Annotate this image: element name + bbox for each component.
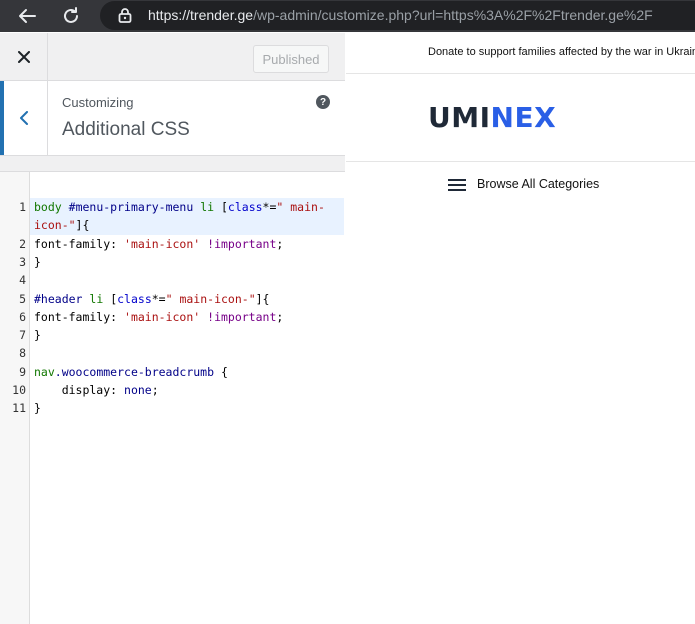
code-line[interactable]: body #menu-primary-menu li [class*=" mai… <box>30 198 344 217</box>
line-number: 3 <box>19 254 26 269</box>
back-arrow-icon[interactable] <box>14 3 40 29</box>
section-subtitle: Customizing <box>62 95 134 110</box>
line-number: 10 <box>12 383 26 397</box>
code-token: #menu-primary-menu <box>68 200 194 214</box>
site-header: UMINEX <box>346 75 695 162</box>
code-line[interactable] <box>30 344 344 362</box>
code-token: !important <box>207 309 277 324</box>
code-token: " main-icon-" <box>165 291 256 306</box>
line-number: 4 <box>19 273 26 288</box>
site-preview: Donate to support families affected by t… <box>346 33 695 623</box>
help-icon[interactable]: ? <box>316 95 330 109</box>
code-token: " main- <box>276 200 325 214</box>
section-header: Customizing Additional CSS ? <box>0 81 345 156</box>
line-number: 9 <box>19 364 26 379</box>
logo-part-ne: NE <box>490 101 535 134</box>
code-token: none <box>124 383 152 397</box>
code-token: !important <box>207 236 277 251</box>
url-text[interactable]: https://trender.ge/wp-admin/customize.ph… <box>148 7 653 23</box>
announcement-text[interactable]: Donate to support families affected by t… <box>428 46 695 58</box>
browser-toolbar: https://trender.ge/wp-admin/customize.ph… <box>0 0 695 32</box>
code-token: ]{ <box>75 218 90 233</box>
line-number-gutter: 1 2 3 4 5 6 7 8 9 10 11 <box>0 172 30 624</box>
code-token: : <box>110 236 125 251</box>
line-number: 8 <box>19 346 26 361</box>
line-number: 6 <box>19 309 26 324</box>
code-line[interactable]: } <box>30 326 344 344</box>
close-icon[interactable] <box>0 33 48 80</box>
url-host: https://trender.ge <box>148 7 254 23</box>
editor-spacer <box>0 156 345 171</box>
code-token: nav <box>34 364 55 379</box>
address-bar[interactable]: https://trender.ge/wp-admin/customize.ph… <box>100 1 695 30</box>
code-token: *= <box>262 200 277 214</box>
code-token: ; <box>276 309 284 324</box>
page-title: Additional CSS <box>62 119 190 140</box>
url-path: /wp-admin/customize.php?url=https%3A%2F%… <box>253 7 653 23</box>
code-token: [ <box>214 200 228 214</box>
code-token: class <box>227 200 263 214</box>
code-line[interactable]: nav.woocommerce-breadcrumb { <box>30 363 344 381</box>
code-token: body <box>34 200 62 214</box>
code-line[interactable]: font-family: 'main-icon' !important; <box>30 308 344 326</box>
lock-icon[interactable] <box>118 7 132 23</box>
code-token: { <box>214 364 228 379</box>
line-number: 5 <box>19 291 26 306</box>
code-token: *= <box>151 291 166 306</box>
code-token: li <box>89 291 104 306</box>
announcement-bar: Donate to support families affected by t… <box>346 33 695 74</box>
logo-text: UMINEX <box>428 101 556 135</box>
code-line[interactable]: display: none; <box>30 381 344 399</box>
category-bar: Browse All Categories <box>346 163 695 208</box>
code-token: display <box>34 383 111 397</box>
code-token: } <box>34 254 41 269</box>
hamburger-menu-icon[interactable] <box>448 179 466 192</box>
code-token: font-family <box>34 236 111 251</box>
code-token: .woocommerce-breadcrumb <box>54 364 215 379</box>
code-line[interactable] <box>30 271 344 289</box>
code-token: li <box>200 200 215 214</box>
logo-part-umi: UMI <box>428 101 491 134</box>
code-token: ; <box>276 236 284 251</box>
css-code-editor[interactable]: 1 2 3 4 5 6 7 8 9 10 11 body #menu-primary-menu li… <box>0 171 345 624</box>
code-token: font-family <box>34 309 111 324</box>
code-line[interactable]: } <box>30 399 344 417</box>
code-token: [ <box>103 291 118 306</box>
code-token: class <box>117 291 152 306</box>
code-token: ]{ <box>255 291 270 306</box>
browse-categories-link[interactable]: Browse All Categories <box>477 177 599 191</box>
publish-button[interactable]: Published <box>253 45 329 73</box>
code-line[interactable]: } <box>30 253 344 271</box>
line-number: 7 <box>19 328 26 343</box>
code-line[interactable]: font-family: 'main-icon' !important; <box>30 235 344 253</box>
line-number: 11 <box>12 401 26 416</box>
line-number: 1 <box>19 200 26 214</box>
code-line[interactable]: icon-"]{ <box>30 216 344 235</box>
customizer-sidebar: Published Customizing Additional CSS ? 1… <box>0 33 345 624</box>
code-token: 'main-icon' <box>124 309 201 324</box>
logo-part-x: X <box>534 101 557 134</box>
code-line[interactable]: #header li [class*=" main-icon-"]{ <box>30 290 344 308</box>
customizer-header: Published <box>0 33 345 81</box>
site-logo[interactable]: UMINEX <box>428 95 573 140</box>
code-token: } <box>34 401 41 416</box>
code-token: : <box>110 309 125 324</box>
line-number: 2 <box>19 236 26 251</box>
code-token: 'main-icon' <box>124 236 201 251</box>
code-token: ; <box>151 383 159 397</box>
reload-icon[interactable] <box>58 3 84 29</box>
code-token: #header <box>34 291 83 306</box>
code-token: : <box>110 383 125 397</box>
code-area[interactable]: body #menu-primary-menu li [class*=" mai… <box>30 172 344 624</box>
chevron-left-icon[interactable] <box>0 81 48 155</box>
code-token: } <box>34 328 41 343</box>
code-token: icon-" <box>34 218 76 233</box>
